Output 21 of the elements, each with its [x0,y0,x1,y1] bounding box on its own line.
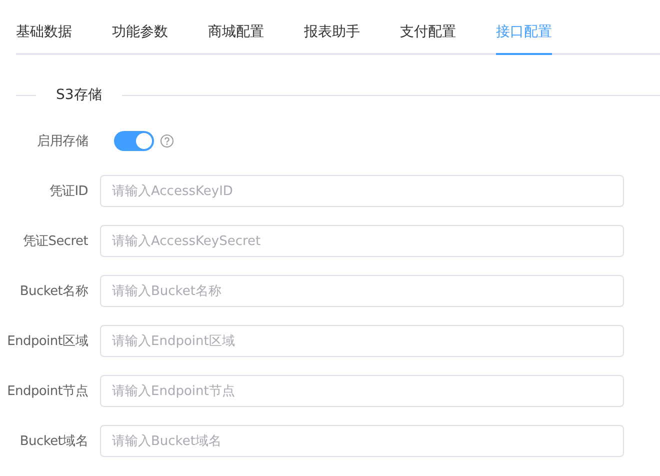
input-field[interactable]: 请输入Endpoint区域 [100,325,624,357]
tab[interactable]: 功能参数 [112,23,168,55]
input-field[interactable]: 请输入Bucket域名 [100,425,624,457]
tab[interactable]: 商城配置 [208,23,264,55]
field-label: Bucket名称 [18,283,89,300]
field-label: Bucket域名 [18,433,89,450]
input-field[interactable]: 请输入Endpoint节点 [100,375,624,407]
input-field[interactable]: 请输入AccessKeySecret [100,225,624,257]
section-title: S3存储 [55,86,103,104]
tab[interactable]: 基础数据 [16,23,72,55]
field-label: Endpoint区域 [6,333,89,350]
field-label: 凭证ID [48,183,89,200]
tab[interactable]: 支付配置 [400,23,456,55]
input-field[interactable]: 请输入AccessKeyID [100,175,624,207]
field-label: Endpoint节点 [6,383,89,400]
toggle-switch[interactable] [114,131,154,151]
input-field[interactable]: 请输入Bucket名称 [100,275,624,307]
tab[interactable]: 报表助手 [304,23,360,55]
field-label: 凭证Secret [22,233,89,250]
help-icon[interactable] [160,134,174,148]
field-label: 启用存储 [36,133,89,150]
